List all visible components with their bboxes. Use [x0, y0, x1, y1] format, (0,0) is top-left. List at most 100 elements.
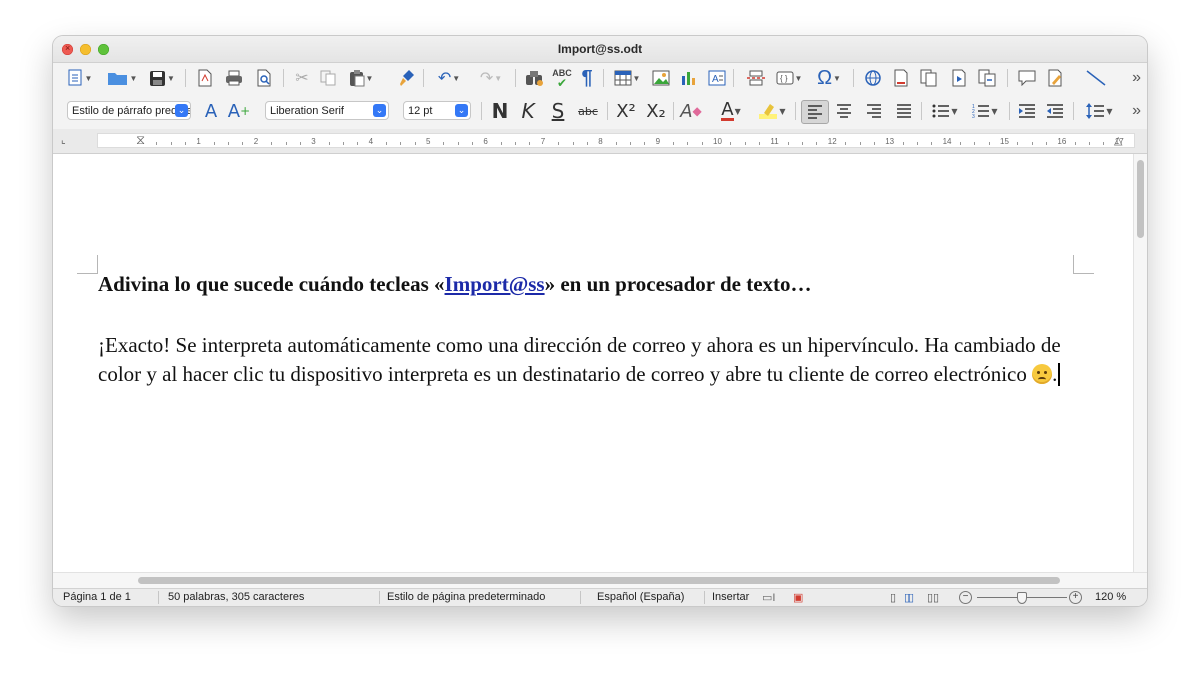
italic-button[interactable]: K [517, 99, 539, 123]
justify-button[interactable] [891, 100, 917, 122]
track-changes-button[interactable] [1043, 67, 1067, 89]
book-view-icon[interactable]: ▯▯ [927, 591, 939, 604]
export-pdf-button[interactable] [193, 67, 217, 89]
ruler-tick [572, 142, 574, 145]
insert-mode[interactable]: Insertar [712, 591, 749, 603]
insert-textbox-icon: A [708, 70, 726, 86]
open-button[interactable]: ▼ [105, 67, 139, 89]
ruler-number: 14 [942, 137, 952, 146]
toolbar-overflow-button[interactable]: » [1132, 102, 1141, 120]
zoom-level[interactable]: 120 % [1095, 591, 1126, 603]
bullet-list-button[interactable]: ▼ [927, 100, 963, 122]
ruler-tick [845, 142, 847, 145]
special-character-button[interactable]: Ω ▼ [811, 67, 847, 89]
vertical-scrollbar[interactable] [1133, 154, 1147, 572]
insert-textbox-button[interactable]: A [705, 67, 729, 89]
page-break-button[interactable] [743, 67, 769, 89]
font-name-select[interactable]: Liberation Serif ⌄ [265, 101, 389, 120]
print-preview-button[interactable] [251, 67, 277, 89]
clone-formatting-button[interactable] [395, 67, 419, 89]
insert-field-button[interactable]: { } ▼ [771, 67, 807, 89]
paste-button[interactable]: ▼ [343, 67, 379, 89]
find-replace-button[interactable] [521, 67, 547, 89]
page-indicator[interactable]: Página 1 de 1 [63, 591, 131, 603]
paragraph-style-select[interactable]: Estilo de párrafo predeterminado ⌄ [67, 101, 191, 120]
decrease-indent-button[interactable] [1043, 100, 1067, 122]
vertical-scroll-thumb[interactable] [1137, 160, 1144, 238]
font-name-value: Liberation Serif [270, 104, 344, 117]
insert-chart-button[interactable] [677, 67, 701, 89]
copy-button[interactable] [317, 67, 339, 89]
zoom-out-button[interactable]: − [959, 591, 972, 604]
insert-line-button[interactable] [1083, 67, 1109, 89]
align-left-button[interactable] [801, 100, 829, 124]
horizontal-scroll-thumb[interactable] [138, 577, 1060, 584]
left-indent-marker[interactable]: ⧖ [136, 132, 145, 148]
word-count[interactable]: 50 palabras, 305 caracteres [168, 591, 304, 603]
tab-stop-icon[interactable]: ⌞ [61, 135, 66, 146]
separator [603, 69, 604, 87]
increase-indent-button[interactable] [1015, 100, 1039, 122]
document-paragraph[interactable]: ¡Exacto! Se interpreta automáticamente c… [98, 331, 1073, 388]
single-page-view-icon[interactable]: ▯ [890, 591, 896, 604]
email-hyperlink[interactable]: Import@ss [445, 272, 545, 296]
new-document-button[interactable]: ▼ [67, 67, 93, 89]
redo-button[interactable]: ↷ ▼ [473, 67, 509, 89]
multi-page-view-icon[interactable]: ▯▯ [904, 591, 914, 604]
toolbar-overflow-button[interactable]: » [1132, 69, 1141, 87]
underline-button[interactable]: S [547, 99, 569, 123]
document-canvas[interactable]: Adivina lo que sucede cuándo tecleas «Im… [53, 154, 1134, 572]
right-indent-marker[interactable]: △ [1114, 134, 1122, 147]
cross-reference-button[interactable] [975, 67, 999, 89]
comment-button[interactable] [1015, 67, 1039, 89]
ruler-tick [931, 142, 933, 145]
heading-text: » en un procesador de texto… [544, 272, 812, 296]
zoom-in-button[interactable]: + [1069, 591, 1082, 604]
open-folder-icon [107, 73, 127, 85]
horizontal-scrollbar[interactable] [53, 572, 1147, 589]
insert-table-button[interactable]: ▼ [609, 67, 645, 89]
zoom-slider-handle[interactable] [1017, 592, 1027, 604]
new-style-button[interactable]: A + [227, 100, 251, 122]
language-indicator[interactable]: Español (España) [597, 591, 684, 603]
line-spacing-button[interactable]: ▼ [1079, 100, 1119, 122]
subscript-button[interactable]: X₂ [643, 100, 669, 122]
numbered-list-button[interactable]: 1 2 3 ▼ [967, 100, 1003, 122]
selection-mode-icon[interactable]: ▭I [762, 591, 775, 604]
bold-button[interactable]: N [489, 99, 511, 123]
document-heading[interactable]: Adivina lo que sucede cuándo tecleas «Im… [98, 272, 812, 297]
ruler-tick [644, 142, 646, 145]
update-style-button[interactable]: A [199, 100, 223, 122]
ruler-number: 8 [598, 137, 603, 146]
print-button[interactable] [221, 67, 247, 89]
hyperlink-button[interactable] [861, 67, 885, 89]
paragraph-end: . [1052, 361, 1058, 386]
align-center-button[interactable] [831, 100, 857, 122]
clone-formatting-icon [400, 70, 414, 86]
strikethrough-button[interactable]: abc [575, 100, 601, 122]
page-style[interactable]: Estilo de página predeterminado [387, 591, 545, 603]
align-right-button[interactable] [861, 100, 887, 122]
cut-button[interactable]: ✂ [291, 67, 313, 89]
align-left-icon [808, 105, 822, 119]
formatting-marks-button[interactable]: ¶ [575, 67, 599, 89]
horizontal-ruler[interactable]: ⌞ ⧖123456789101112131415161718△ [53, 129, 1147, 154]
writer-window: × Import@ss.odt ▼ ▼ ▼ ✂ ▼ ↶ ▼ ↷ ▼ ABC ✔ … [53, 36, 1147, 606]
endnote-button[interactable] [917, 67, 941, 89]
insert-chart-icon [682, 72, 695, 85]
ruler-tick [1074, 142, 1076, 145]
undo-button[interactable]: ↶ ▼ [431, 67, 467, 89]
save-button[interactable]: ▼ [147, 67, 177, 89]
font-size-select[interactable]: 12 pt ⌄ [403, 101, 471, 120]
bookmark-button[interactable] [947, 67, 971, 89]
ruler-number: 12 [827, 137, 837, 146]
heading-text: Adivina lo que sucede cuándo tecleas « [98, 272, 445, 296]
spellcheck-button[interactable]: ABC ✔ [549, 67, 575, 89]
highlight-button[interactable]: ▼ [753, 100, 791, 122]
ruler-number: 13 [885, 137, 895, 146]
clear-formatting-button[interactable]: A ◆ [679, 100, 703, 122]
insert-image-button[interactable] [649, 67, 673, 89]
font-color-button[interactable]: A ▼ [713, 100, 749, 122]
footnote-button[interactable] [889, 67, 913, 89]
superscript-button[interactable]: X² [613, 100, 639, 122]
